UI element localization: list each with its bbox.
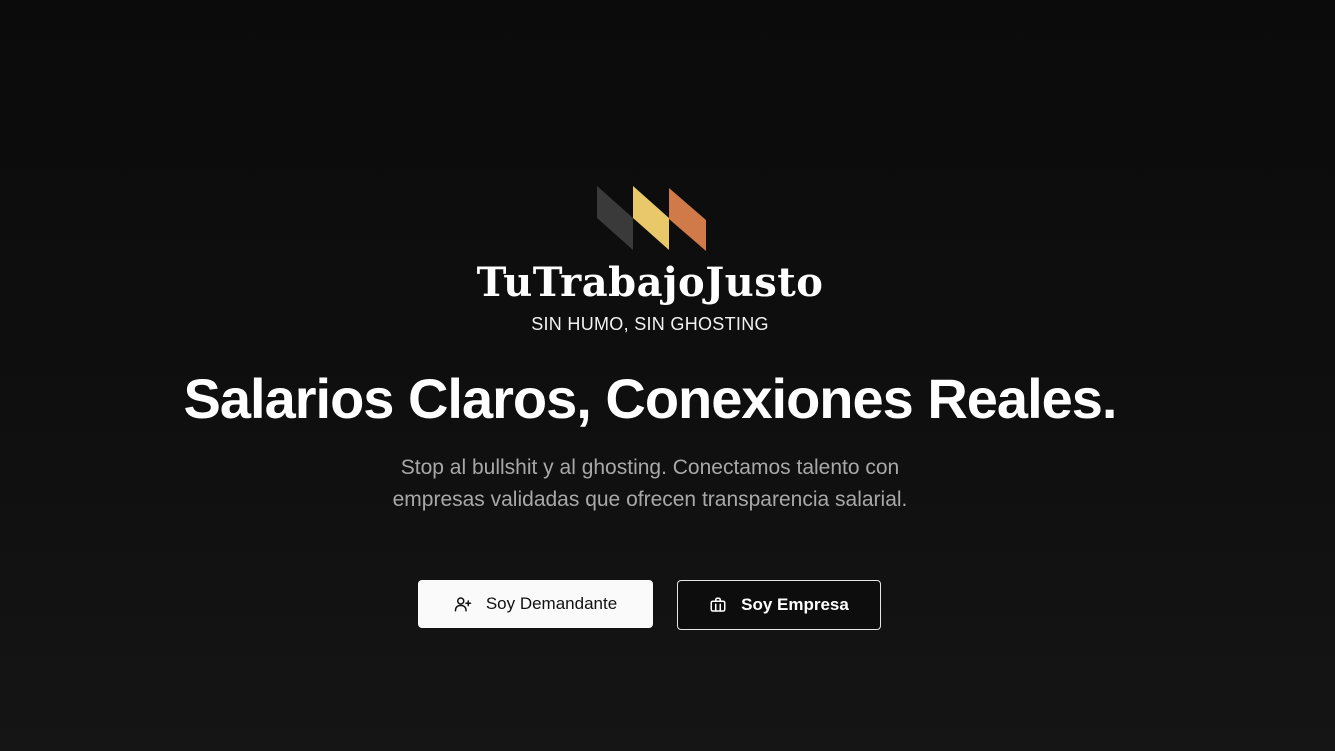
- soy-demandante-button[interactable]: Soy Demandante: [418, 580, 653, 628]
- briefcase-icon: [709, 596, 727, 614]
- hero-subtext: Stop al bullshit y al ghosting. Conectam…: [392, 456, 908, 511]
- soy-empresa-label: Soy Empresa: [741, 595, 849, 614]
- hero-section: TuTrabajoJusto SIN HUMO, SIN GHOSTING Sa…: [0, 0, 1335, 751]
- logo-stripe-yellow: [633, 186, 669, 250]
- soy-empresa-button[interactable]: Soy Empresa: [677, 580, 881, 630]
- soy-demandante-label: Soy Demandante: [485, 594, 618, 613]
- brand-logo-icon: [597, 186, 706, 251]
- logo-stripe-orange: [669, 188, 706, 251]
- hero-headline: Salarios Claros, Conexiones Reales.: [183, 367, 1118, 430]
- user-plus-icon: [454, 595, 472, 613]
- brand-tagline: SIN HUMO, SIN GHOSTING: [531, 314, 769, 334]
- logo-stripe-dark: [597, 186, 633, 250]
- brand-name: TuTrabajoJusto: [476, 259, 824, 306]
